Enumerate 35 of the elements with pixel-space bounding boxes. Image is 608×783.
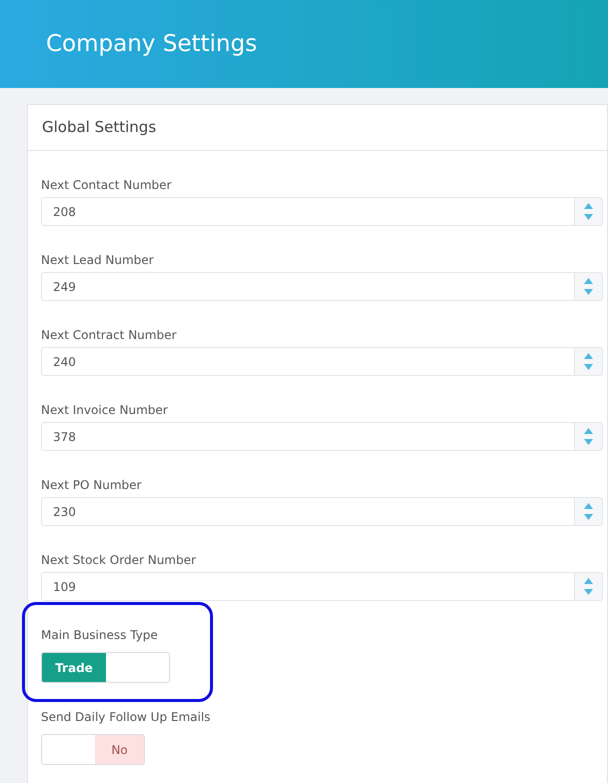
toggle-switch[interactable]: No <box>41 734 145 765</box>
field-label: Next Invoice Number <box>41 403 169 417</box>
field-label: Main Business Type <box>41 628 159 642</box>
spinner-button[interactable] <box>574 497 603 526</box>
up-triangle-icon[interactable] <box>584 503 593 509</box>
number-field[interactable]: 230 <box>41 497 574 526</box>
number-field[interactable]: 378 <box>41 422 574 451</box>
down-triangle-icon[interactable] <box>584 514 593 520</box>
down-triangle-icon[interactable] <box>584 364 593 370</box>
spinner-button[interactable] <box>574 572 603 601</box>
field-label: Send Daily Follow Up Emails <box>41 710 212 724</box>
spinner-button[interactable] <box>574 272 603 301</box>
number-field[interactable]: 109 <box>41 572 574 601</box>
up-triangle-icon[interactable] <box>584 203 593 209</box>
down-triangle-icon[interactable] <box>584 214 593 220</box>
down-triangle-icon[interactable] <box>584 439 593 445</box>
spinner-button[interactable] <box>574 422 603 451</box>
field-label: Next Lead Number <box>41 253 155 267</box>
number-field[interactable]: 249 <box>41 272 574 301</box>
down-triangle-icon[interactable] <box>584 289 593 295</box>
field-label: Next PO Number <box>41 478 142 492</box>
up-triangle-icon[interactable] <box>584 278 593 284</box>
field-label: Next Stock Order Number <box>41 553 197 567</box>
number-field[interactable]: 240 <box>41 347 574 376</box>
spinner-button[interactable] <box>574 197 603 226</box>
spinner-button[interactable] <box>574 347 603 376</box>
up-triangle-icon[interactable] <box>584 428 593 434</box>
up-triangle-icon[interactable] <box>584 578 593 584</box>
field-label: Next Contract Number <box>41 328 178 342</box>
up-triangle-icon[interactable] <box>584 353 593 359</box>
number-field[interactable]: 208 <box>41 197 574 226</box>
field-label: Next Contact Number <box>41 178 172 192</box>
card-title: Global Settings <box>42 117 156 138</box>
down-triangle-icon[interactable] <box>584 589 593 595</box>
page-title: Company Settings <box>46 30 258 59</box>
